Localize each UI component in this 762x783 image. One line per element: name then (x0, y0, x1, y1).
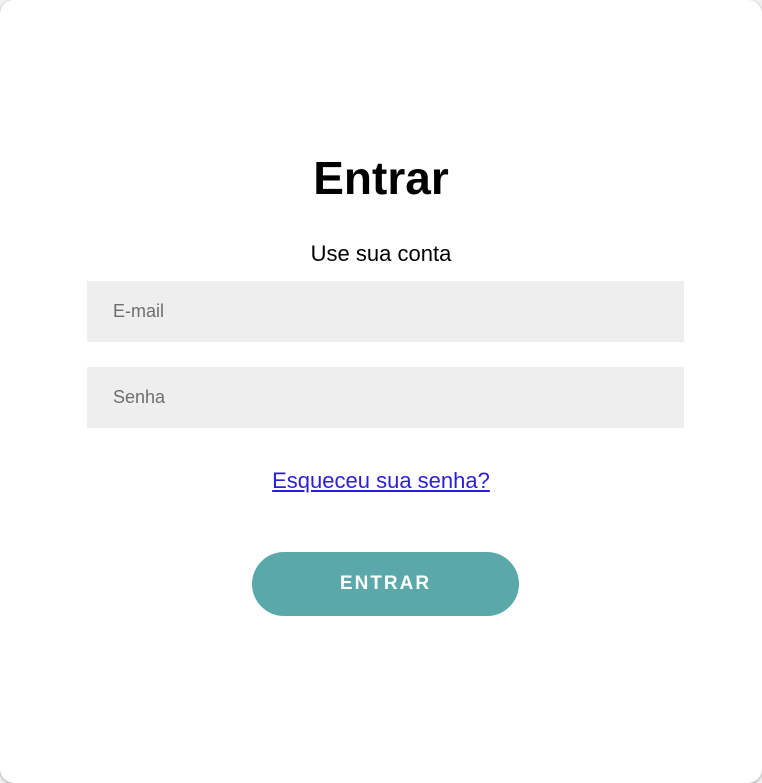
submit-button[interactable]: ENTRAR (252, 552, 519, 616)
email-input[interactable] (87, 281, 684, 342)
forgot-password-link[interactable]: Esqueceu sua senha? (272, 468, 490, 493)
subtitle: Use sua conta (310, 241, 452, 266)
login-card: Entrar Use sua conta Esqueceu sua senha?… (0, 0, 762, 783)
page-title: Entrar (313, 152, 449, 204)
password-input[interactable] (87, 367, 684, 428)
forgot-password-container: Esqueceu sua senha? (0, 466, 762, 496)
